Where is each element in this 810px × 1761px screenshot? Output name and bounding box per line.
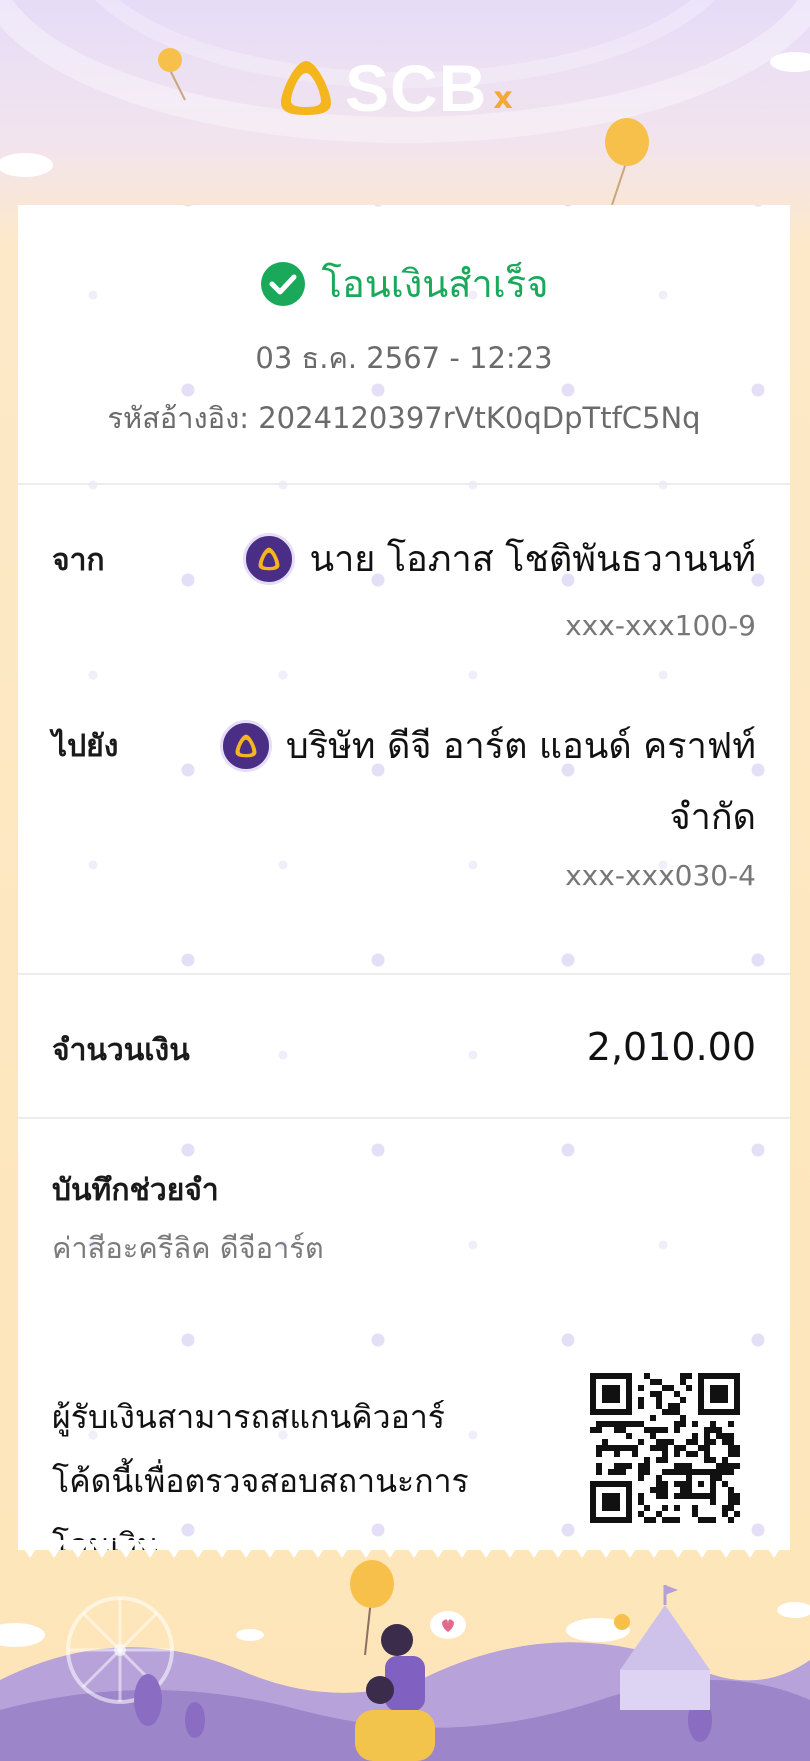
check-circle-icon [260, 261, 305, 306]
to-block: บริษัท ดีจี อาร์ต แอนด์ คราฟท์ จำกัด xxx… [219, 717, 756, 892]
to-label: ไปยัง [52, 729, 119, 764]
divider [18, 1117, 790, 1119]
scb-logo-icon [281, 61, 331, 115]
brand-name: SCB [345, 51, 488, 125]
qr-code[interactable] [590, 1373, 740, 1523]
memo-value: ค่าสีอะครีลิค ดีจีอาร์ต [52, 1231, 324, 1265]
recipient-name-line1: บริษัท ดีจี อาร์ต แอนด์ คราฟท์ [285, 726, 756, 767]
receipt-card: โอนเงินสำเร็จ 03 ธ.ค. 2567 - 12:23 รหัสอ… [18, 205, 790, 1550]
scb-bank-icon [243, 532, 296, 585]
footer-illustration [0, 1560, 810, 1761]
sender-account: xxx-xxx100-9 [565, 609, 756, 642]
sender-name: นาย โอภาส โชติพันธวานนท์ [309, 539, 756, 580]
reference-number: รหัสอ้างอิง: 2024120397rVtK0qDpTtfC5Nq [107, 401, 701, 435]
memo-label: บันทึกช่วยจำ [52, 1173, 219, 1208]
divider [18, 483, 790, 485]
receipt-torn-edge [18, 1540, 790, 1558]
status-row: โอนเงินสำเร็จ [18, 253, 790, 314]
recipient-account: xxx-xxx030-4 [565, 859, 756, 892]
status-title: โอนเงินสำเร็จ [321, 262, 549, 306]
from-block: นาย โอภาส โชติพันธวานนท์ xxx-xxx100-9 [243, 530, 756, 642]
brand-mark: x [493, 80, 513, 116]
transaction-datetime: 03 ธ.ค. 2567 - 12:23 [255, 341, 553, 375]
recipient-name-line2: จำกัด [669, 797, 756, 838]
amount-label: จำนวนเงิน [52, 1033, 190, 1068]
scb-logo: SCB x [275, 50, 513, 126]
qr-instructions: ผู้รับเงินสามารถสแกนคิวอาร์ โค้ดนี้เพื่อ… [52, 1385, 522, 1550]
from-label: จาก [52, 543, 105, 578]
qr-text-line: ผู้รับเงินสามารถสแกนคิวอาร์ [52, 1398, 445, 1436]
qr-text-line: โค้ดนี้เพื่อตรวจสอบสถานะการ [52, 1462, 469, 1500]
amount-value: 2,010.00 [586, 1025, 756, 1069]
scb-bank-icon [219, 719, 272, 772]
divider [18, 973, 790, 975]
